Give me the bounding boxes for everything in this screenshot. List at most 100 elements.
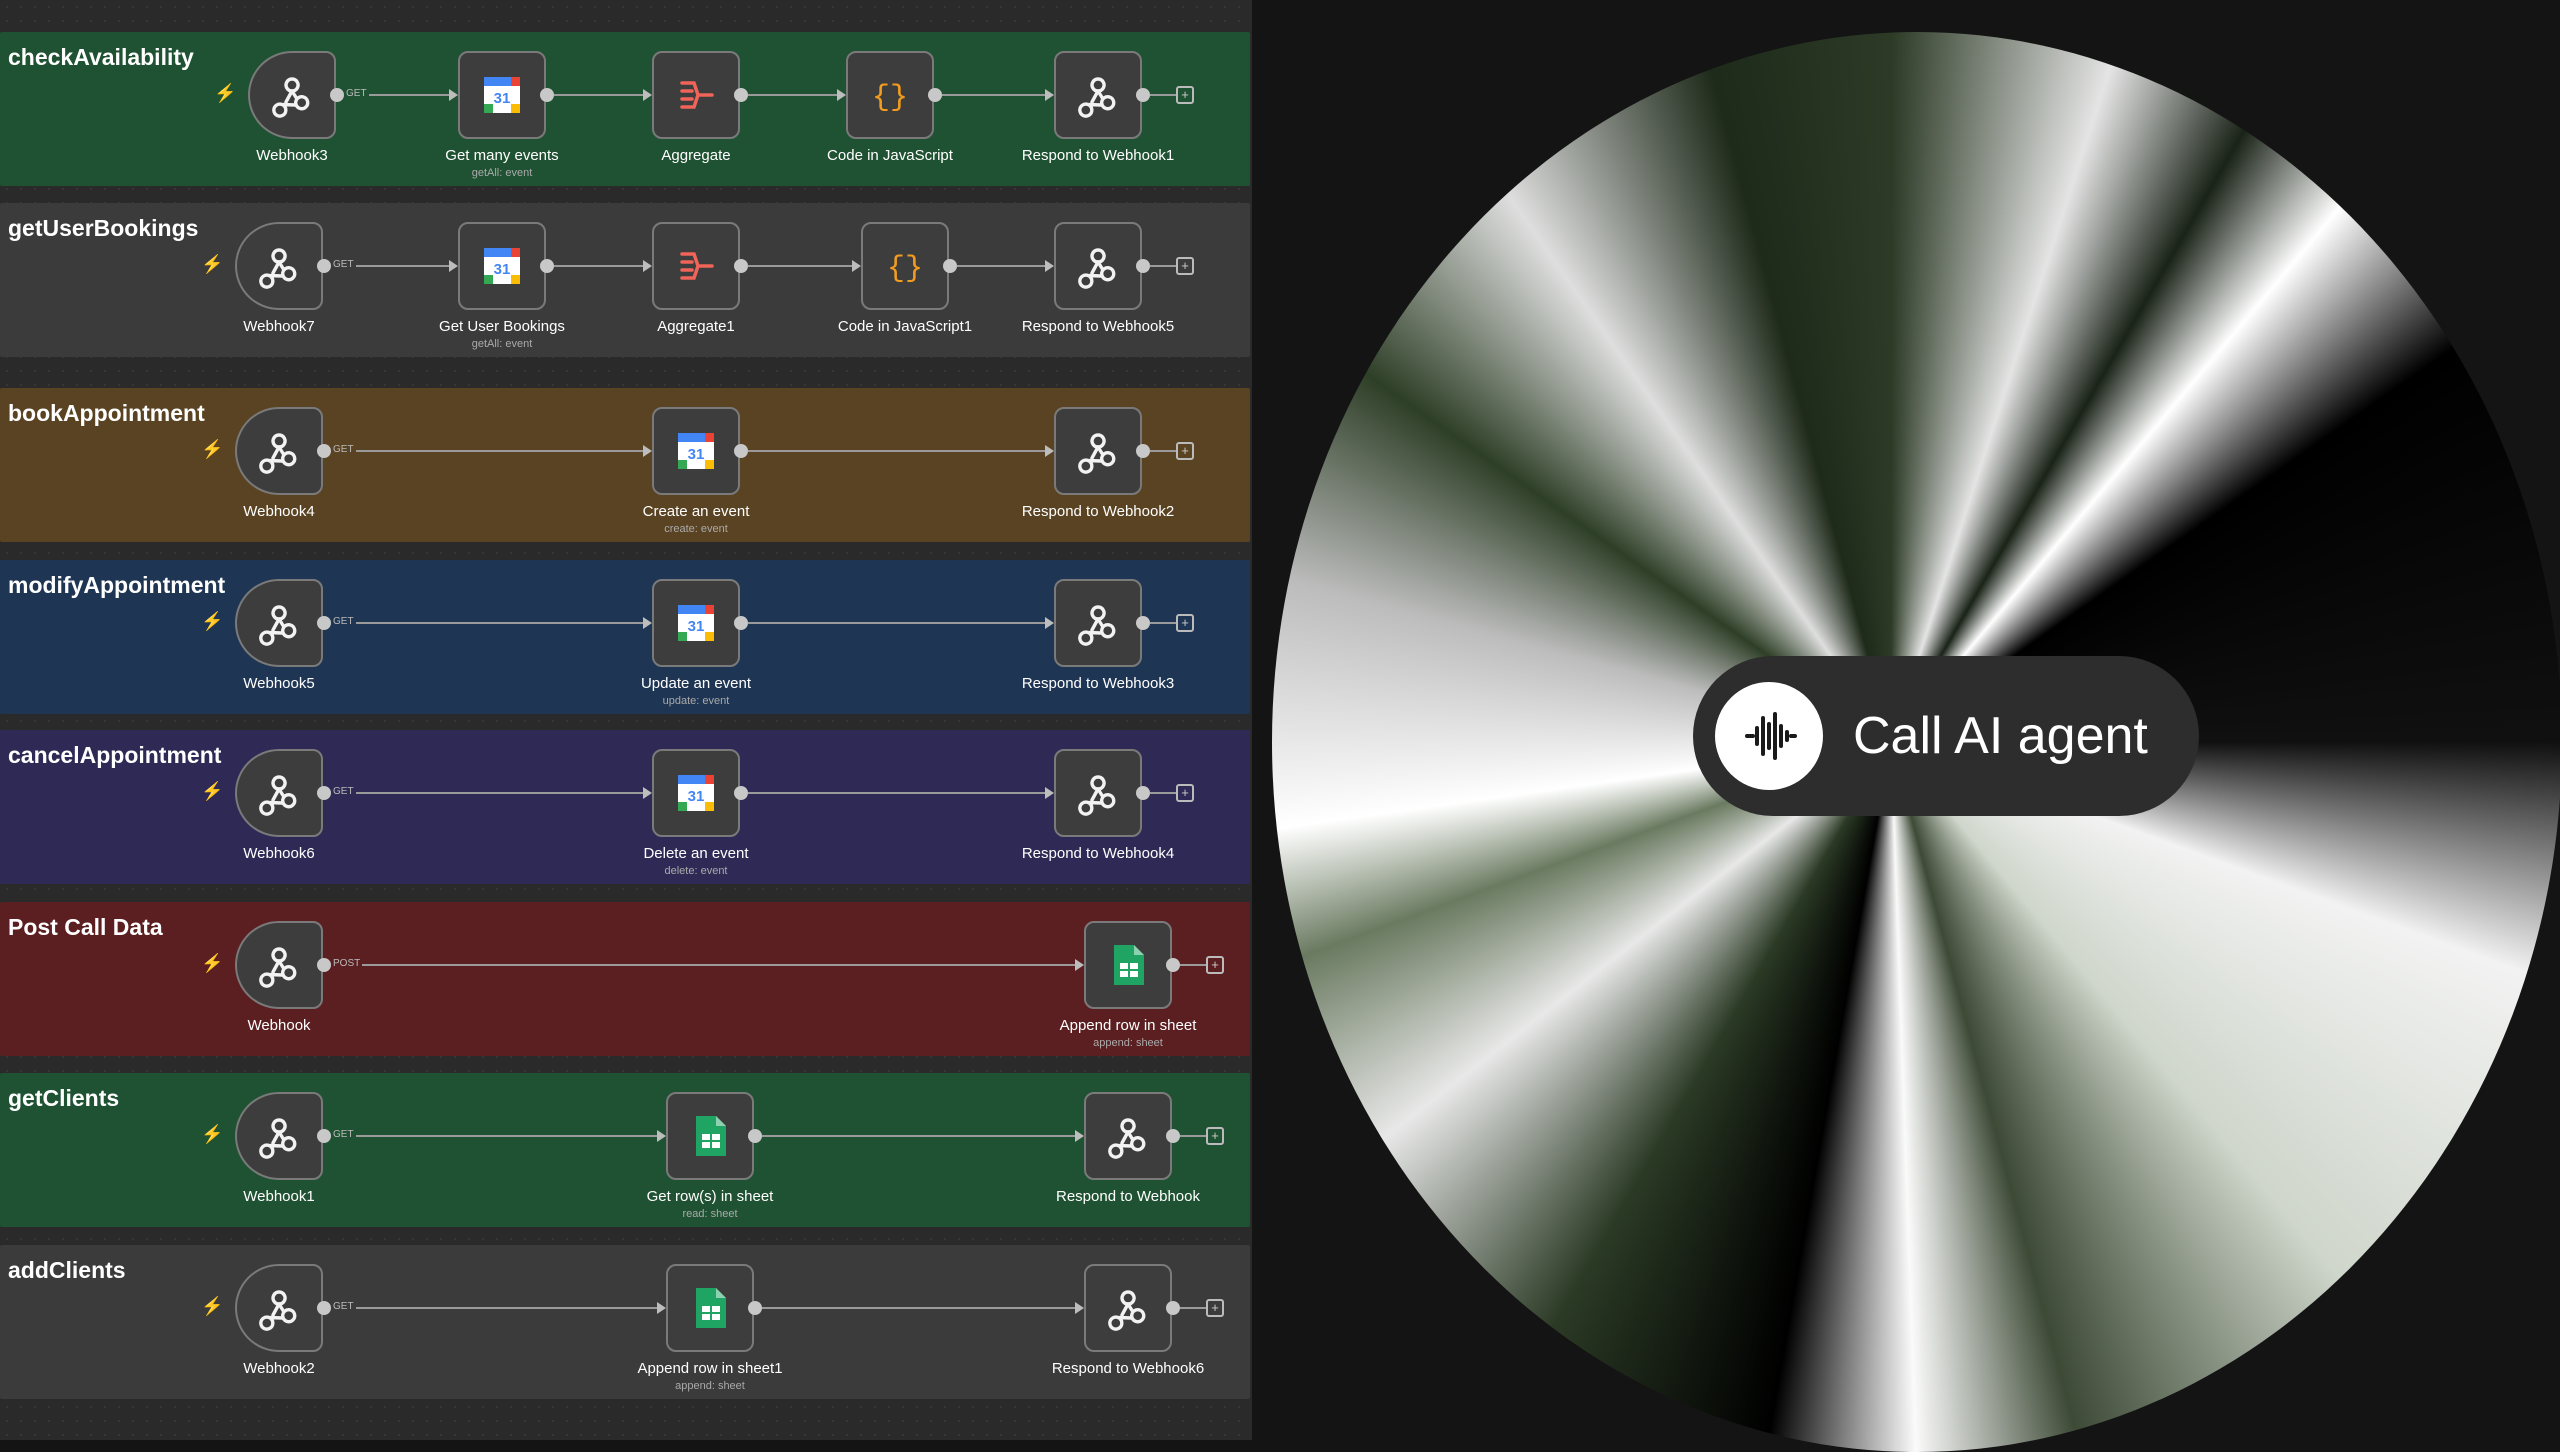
node-respond-to-webhook4[interactable] — [1054, 749, 1142, 837]
output-handle[interactable] — [734, 259, 748, 273]
connection-line — [1150, 792, 1176, 794]
node-delete-an-event[interactable]: 31 — [652, 749, 740, 837]
webhook-icon — [1105, 1285, 1151, 1331]
node-label: Get row(s) in sheet — [646, 1188, 774, 1205]
output-handle[interactable] — [748, 1129, 762, 1143]
connection-arrow-icon — [1075, 1302, 1084, 1314]
node-respond-to-webhook6[interactable] — [1084, 1264, 1172, 1352]
node-respond-to-webhook5[interactable] — [1054, 222, 1142, 310]
aggregate-icon — [674, 244, 718, 288]
node-webhook[interactable] — [235, 921, 323, 1009]
svg-text:31: 31 — [688, 788, 705, 805]
webhook-icon — [256, 600, 302, 646]
output-handle[interactable] — [317, 958, 331, 972]
output-handle[interactable] — [330, 88, 344, 102]
node-respond-to-webhook1[interactable] — [1054, 51, 1142, 139]
output-handle[interactable] — [1136, 88, 1150, 102]
output-handle[interactable] — [734, 616, 748, 630]
node-code-in-javascript1[interactable]: {} — [861, 222, 949, 310]
output-handle[interactable] — [317, 1129, 331, 1143]
webhook-icon — [256, 1113, 302, 1159]
add-node-plus-icon[interactable]: + — [1206, 1299, 1224, 1317]
node-respond-to-webhook[interactable] — [1084, 1092, 1172, 1180]
workflow-title: getUserBookings — [8, 215, 199, 241]
waveform-icon — [1715, 682, 1823, 790]
code-icon: {} — [883, 244, 927, 288]
http-method-label: GET — [344, 88, 369, 99]
sheets-icon — [690, 1286, 730, 1330]
node-label: Webhook2 — [243, 1360, 315, 1377]
add-node-plus-icon[interactable]: + — [1206, 956, 1224, 974]
node-webhook3[interactable] — [248, 51, 336, 139]
node-webhook2[interactable] — [235, 1264, 323, 1352]
node-webhook1[interactable] — [235, 1092, 323, 1180]
node-webhook7[interactable] — [235, 222, 323, 310]
node-aggregate1[interactable] — [652, 222, 740, 310]
output-handle[interactable] — [1166, 1129, 1180, 1143]
output-handle[interactable] — [1166, 958, 1180, 972]
add-node-plus-icon[interactable]: + — [1176, 86, 1194, 104]
http-method-label: GET — [331, 786, 356, 797]
connection-line — [1150, 450, 1176, 452]
node-webhook6[interactable] — [235, 749, 323, 837]
node-label: Webhook1 — [243, 1188, 315, 1205]
output-handle[interactable] — [317, 259, 331, 273]
svg-text:31: 31 — [494, 261, 511, 278]
node-code-in-javascript[interactable]: {} — [846, 51, 934, 139]
output-handle[interactable] — [317, 616, 331, 630]
webhook-icon — [1075, 600, 1121, 646]
webhook-icon — [256, 243, 302, 289]
calendar-icon: 31 — [674, 429, 718, 473]
trigger-bolt-icon: ⚡ — [201, 781, 224, 801]
workflow-title: bookAppointment — [8, 400, 205, 426]
connection-arrow-icon — [643, 260, 652, 272]
trigger-bolt-icon: ⚡ — [201, 611, 224, 631]
node-label: Webhook4 — [243, 503, 315, 520]
http-method-label: GET — [331, 1129, 356, 1140]
workflow-title: modifyAppointment — [8, 572, 226, 598]
output-handle[interactable] — [943, 259, 957, 273]
call-ai-agent-button[interactable]: Call AI agent — [1693, 656, 2199, 816]
add-node-plus-icon[interactable]: + — [1176, 442, 1194, 460]
node-operation: update: event — [662, 695, 730, 707]
output-handle[interactable] — [734, 786, 748, 800]
output-handle[interactable] — [540, 88, 554, 102]
node-append-row-in-sheet1[interactable] — [666, 1264, 754, 1352]
connection-line — [1180, 964, 1206, 966]
output-handle[interactable] — [1136, 444, 1150, 458]
add-node-plus-icon[interactable]: + — [1206, 1127, 1224, 1145]
node-get-many-events[interactable]: 31 — [458, 51, 546, 139]
node-append-row-in-sheet[interactable] — [1084, 921, 1172, 1009]
node-create-an-event[interactable]: 31 — [652, 407, 740, 495]
node-label: Webhook3 — [256, 147, 328, 164]
node-get-user-bookings[interactable]: 31 — [458, 222, 546, 310]
node-respond-to-webhook3[interactable] — [1054, 579, 1142, 667]
output-handle[interactable] — [317, 444, 331, 458]
output-handle[interactable] — [928, 88, 942, 102]
output-handle[interactable] — [1166, 1301, 1180, 1315]
add-node-plus-icon[interactable]: + — [1176, 614, 1194, 632]
output-handle[interactable] — [1136, 259, 1150, 273]
connection-line — [331, 450, 644, 452]
node-aggregate[interactable] — [652, 51, 740, 139]
node-label: Webhook — [247, 1017, 311, 1034]
output-handle[interactable] — [1136, 616, 1150, 630]
http-method-label: GET — [331, 616, 356, 627]
workflow-canvas[interactable]: checkAvailability ⚡ Webhook3 GET 31 Get many … — [0, 0, 1252, 1440]
node-respond-to-webhook2[interactable] — [1054, 407, 1142, 495]
node-webhook5[interactable] — [235, 579, 323, 667]
output-handle[interactable] — [317, 786, 331, 800]
add-node-plus-icon[interactable]: + — [1176, 257, 1194, 275]
output-handle[interactable] — [734, 444, 748, 458]
node-label: Aggregate1 — [657, 318, 735, 335]
node-update-an-event[interactable]: 31 — [652, 579, 740, 667]
connection-line — [1180, 1307, 1206, 1309]
output-handle[interactable] — [748, 1301, 762, 1315]
output-handle[interactable] — [317, 1301, 331, 1315]
output-handle[interactable] — [1136, 786, 1150, 800]
output-handle[interactable] — [734, 88, 748, 102]
add-node-plus-icon[interactable]: + — [1176, 784, 1194, 802]
node-get-row-s-in-sheet[interactable] — [666, 1092, 754, 1180]
output-handle[interactable] — [540, 259, 554, 273]
node-webhook4[interactable] — [235, 407, 323, 495]
